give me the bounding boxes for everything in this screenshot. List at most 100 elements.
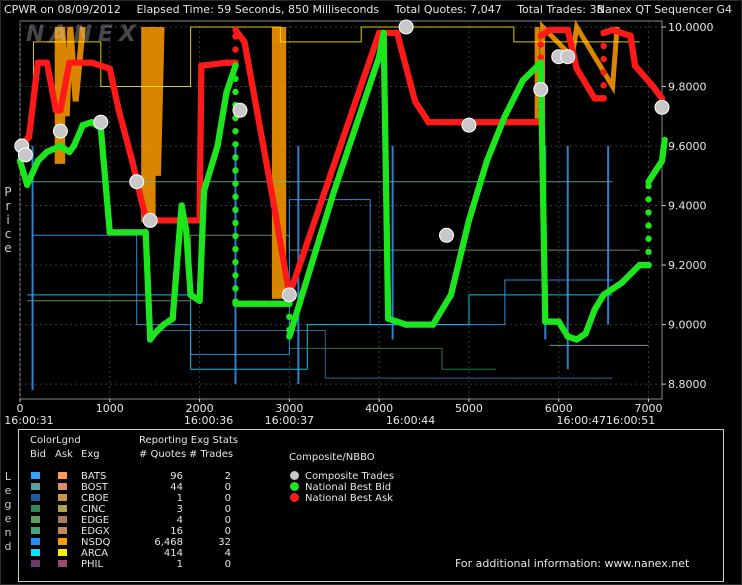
bid-point — [232, 245, 239, 253]
trade-point — [142, 212, 158, 228]
legend-composite-marker — [290, 482, 299, 491]
legend-ask-swatch — [58, 505, 67, 512]
legend-exchange-name: CINC — [81, 504, 106, 515]
exchange-quote-trace — [141, 26, 165, 222]
legend-col-quotes: # Quotes — [139, 449, 187, 460]
bid-point — [232, 75, 239, 82]
legend-exchange-trades: 0 — [224, 482, 231, 493]
trade-point — [560, 49, 576, 65]
bid-point — [232, 272, 239, 279]
legend-exchange-trades: 0 — [224, 515, 231, 526]
bid-point — [232, 232, 239, 240]
legend-composite-marker — [290, 471, 299, 480]
legend-exchange-quotes: 6,468 — [154, 537, 183, 548]
exchange-quote-trace — [27, 294, 613, 370]
bid-point — [232, 62, 239, 69]
legend-panel: ColorLgnd Bid Ask Exg Reporting Exg Stats # Q… — [18, 429, 724, 582]
bid-point — [232, 219, 239, 227]
legend-exchange-trades: 0 — [224, 559, 231, 570]
legend-col-exg: Exg — [81, 449, 100, 460]
bid-point — [645, 222, 652, 229]
legend-bid-swatch — [31, 527, 40, 534]
legend-exchange-quotes: 1 — [176, 493, 183, 504]
y-tick-label: 9.0000 — [668, 319, 707, 332]
trade-point — [52, 123, 68, 139]
legend-composite-heading: Composite/NBBO — [289, 452, 375, 463]
bid-point — [232, 154, 239, 161]
legend-exchange-name: BOST — [81, 482, 109, 493]
bid-point — [645, 261, 652, 269]
ask-point — [600, 95, 607, 102]
bid-point — [645, 196, 652, 203]
trade-point — [461, 117, 477, 133]
time-label: 16:00:44 — [386, 414, 435, 425]
legend-exchange-name: EDGE — [81, 515, 110, 526]
bid-point — [232, 141, 239, 148]
bid-point — [232, 193, 239, 200]
trade-point — [93, 114, 109, 130]
time-label: 16:00:47 — [556, 414, 605, 425]
legend-ask-swatch — [58, 560, 67, 567]
legend-ask-swatch — [58, 538, 67, 545]
legend-bid-swatch — [31, 560, 40, 567]
legend-exchange-quotes: 96 — [170, 471, 183, 482]
bid-point — [661, 136, 668, 144]
legend-bid-swatch — [31, 538, 40, 545]
legend-col-bid: Bid — [30, 449, 46, 460]
time-label: 16:00:31 — [4, 414, 53, 425]
bid-point — [645, 248, 652, 256]
y-tick-label: 10.0000 — [668, 21, 714, 34]
y-axis-label: Price — [4, 185, 12, 255]
y-tick-label: 9.6000 — [668, 140, 707, 153]
legend-exchange-name: CBOE — [81, 493, 109, 504]
y-tick-label: 8.8000 — [668, 378, 707, 391]
legend-ask-swatch — [58, 494, 67, 501]
x-tick-label: 5000 — [455, 402, 483, 415]
ask-point — [232, 46, 239, 53]
trade-point — [281, 287, 297, 303]
legend-exchange-quotes: 4 — [176, 515, 183, 526]
legend-composite-label: Composite Trades — [305, 471, 395, 482]
legend-exchange-name: EDGX — [81, 526, 110, 537]
ask-point — [600, 68, 607, 76]
legend-exchange-name: BATS — [81, 471, 107, 482]
nanex-logo: NANEX — [26, 22, 142, 47]
legend-bid-swatch — [31, 494, 40, 501]
bid-point — [232, 206, 239, 214]
legend-col-trades: # Trades — [189, 449, 234, 460]
trade-point — [439, 227, 455, 243]
trade-point — [654, 99, 670, 115]
legend-col-ask: Ask — [55, 449, 73, 460]
legend-exchange-name: NSDQ — [81, 537, 111, 548]
legend-exchange-quotes: 414 — [163, 548, 183, 559]
legend-ask-swatch — [58, 527, 67, 534]
legend-exchange-trades: 0 — [224, 493, 231, 504]
bid-point — [645, 235, 652, 242]
ask-point — [537, 41, 544, 48]
y-tick-label: 9.4000 — [668, 200, 707, 213]
legend-exchange-quotes: 1 — [176, 559, 183, 570]
bid-point — [232, 180, 239, 187]
legend-composite-marker — [290, 493, 299, 502]
plot-border — [19, 20, 663, 400]
legend-side-label: Legend — [4, 470, 12, 553]
price-chart: 10.0000 9.8000 9.6000 9.4000 9.2000 9.0000 8.8… — [4, 19, 714, 425]
bid-point — [232, 285, 239, 292]
legend-color-heading: ColorLgnd — [30, 435, 81, 446]
legend-bid-swatch — [31, 505, 40, 512]
legend-exchange-quotes: 3 — [176, 504, 183, 515]
legend-exchange-trades: 0 — [224, 504, 231, 515]
bid-point — [232, 167, 239, 174]
exchange-quote-trace — [289, 347, 496, 370]
legend-exchange-trades: 4 — [224, 548, 231, 559]
legend-exchange-trades: 0 — [224, 526, 231, 537]
time-label: 16:00:36 — [184, 414, 233, 425]
bid-point — [645, 209, 652, 216]
bid-point — [232, 259, 239, 266]
legend-bid-swatch — [31, 472, 40, 479]
legend-ask-swatch — [58, 472, 67, 479]
legend-bid-swatch — [31, 483, 40, 490]
legend-exchange-trades: 2 — [224, 471, 231, 482]
legend-ask-swatch — [58, 516, 67, 523]
ask-point — [600, 82, 607, 89]
